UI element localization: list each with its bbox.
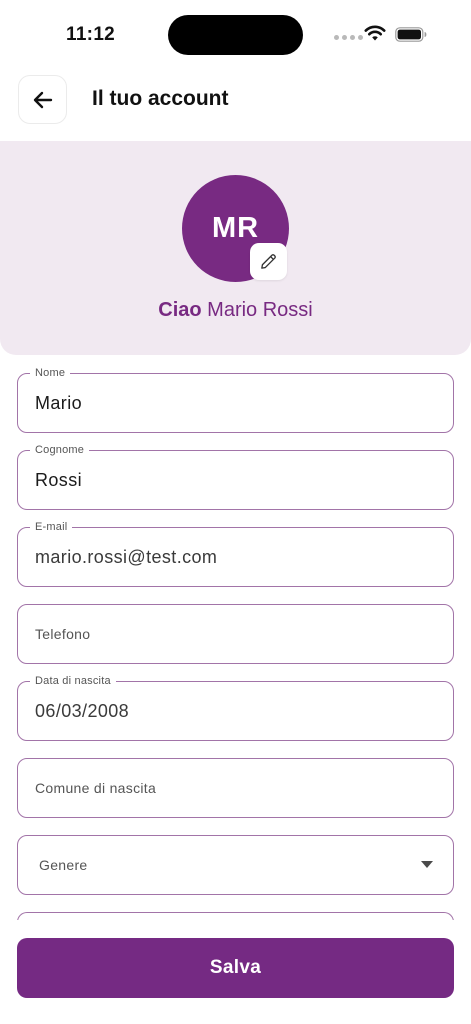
comune-nascita-placeholder: Comune di nascita [35,780,157,796]
cognome-value: Rossi [35,470,83,490]
back-button[interactable] [18,75,67,124]
telefono-placeholder: Telefono [35,626,91,642]
avatar-initials: MR [211,212,260,244]
data-nascita-label: Data di nascita [30,675,116,688]
nome-label: Nome [30,367,71,380]
comune-nascita-field[interactable]: Comune di nascita [17,758,454,818]
header: Il tuo account [0,75,471,125]
greeting-name: Mario Rossi [207,299,313,321]
nome-value: Mario [35,393,83,413]
pencil-icon [261,254,276,269]
save-label: Salva [209,957,262,978]
email-value: mario.rossi@test.com [35,547,218,567]
email-field[interactable]: E-mail mario.rossi@test.com [17,521,454,587]
dynamic-island [168,15,303,55]
greeting: Ciao Mario Rossi [0,299,471,322]
cognome-label: Cognome [30,444,90,457]
wifi-icon [364,25,386,41]
dropdown-arrow-icon [421,861,433,868]
telefono-field[interactable]: Telefono [17,604,454,664]
cognome-field[interactable]: Cognome Rossi [17,444,454,510]
signal-dots-icon [334,35,363,40]
edit-avatar-button[interactable] [250,243,287,280]
status-bar: 11:12 [0,0,471,70]
data-nascita-value: 06/03/2008 [35,701,130,721]
page-title: Il tuo account [92,87,229,110]
greeting-prefix: Ciao [158,299,202,321]
genere-select[interactable]: Genere [17,835,454,895]
nome-field[interactable]: Nome Mario [17,367,454,433]
profile-banner: MR Ciao Mario Rossi [0,141,471,355]
status-time: 11:12 [66,24,116,45]
save-button[interactable]: Salva [17,938,454,998]
data-nascita-field[interactable]: Data di nascita 06/03/2008 [17,675,454,741]
email-label: E-mail [30,521,73,534]
arrow-left-icon [33,91,52,108]
battery-icon [395,27,427,42]
genere-placeholder: Genere [39,857,88,873]
